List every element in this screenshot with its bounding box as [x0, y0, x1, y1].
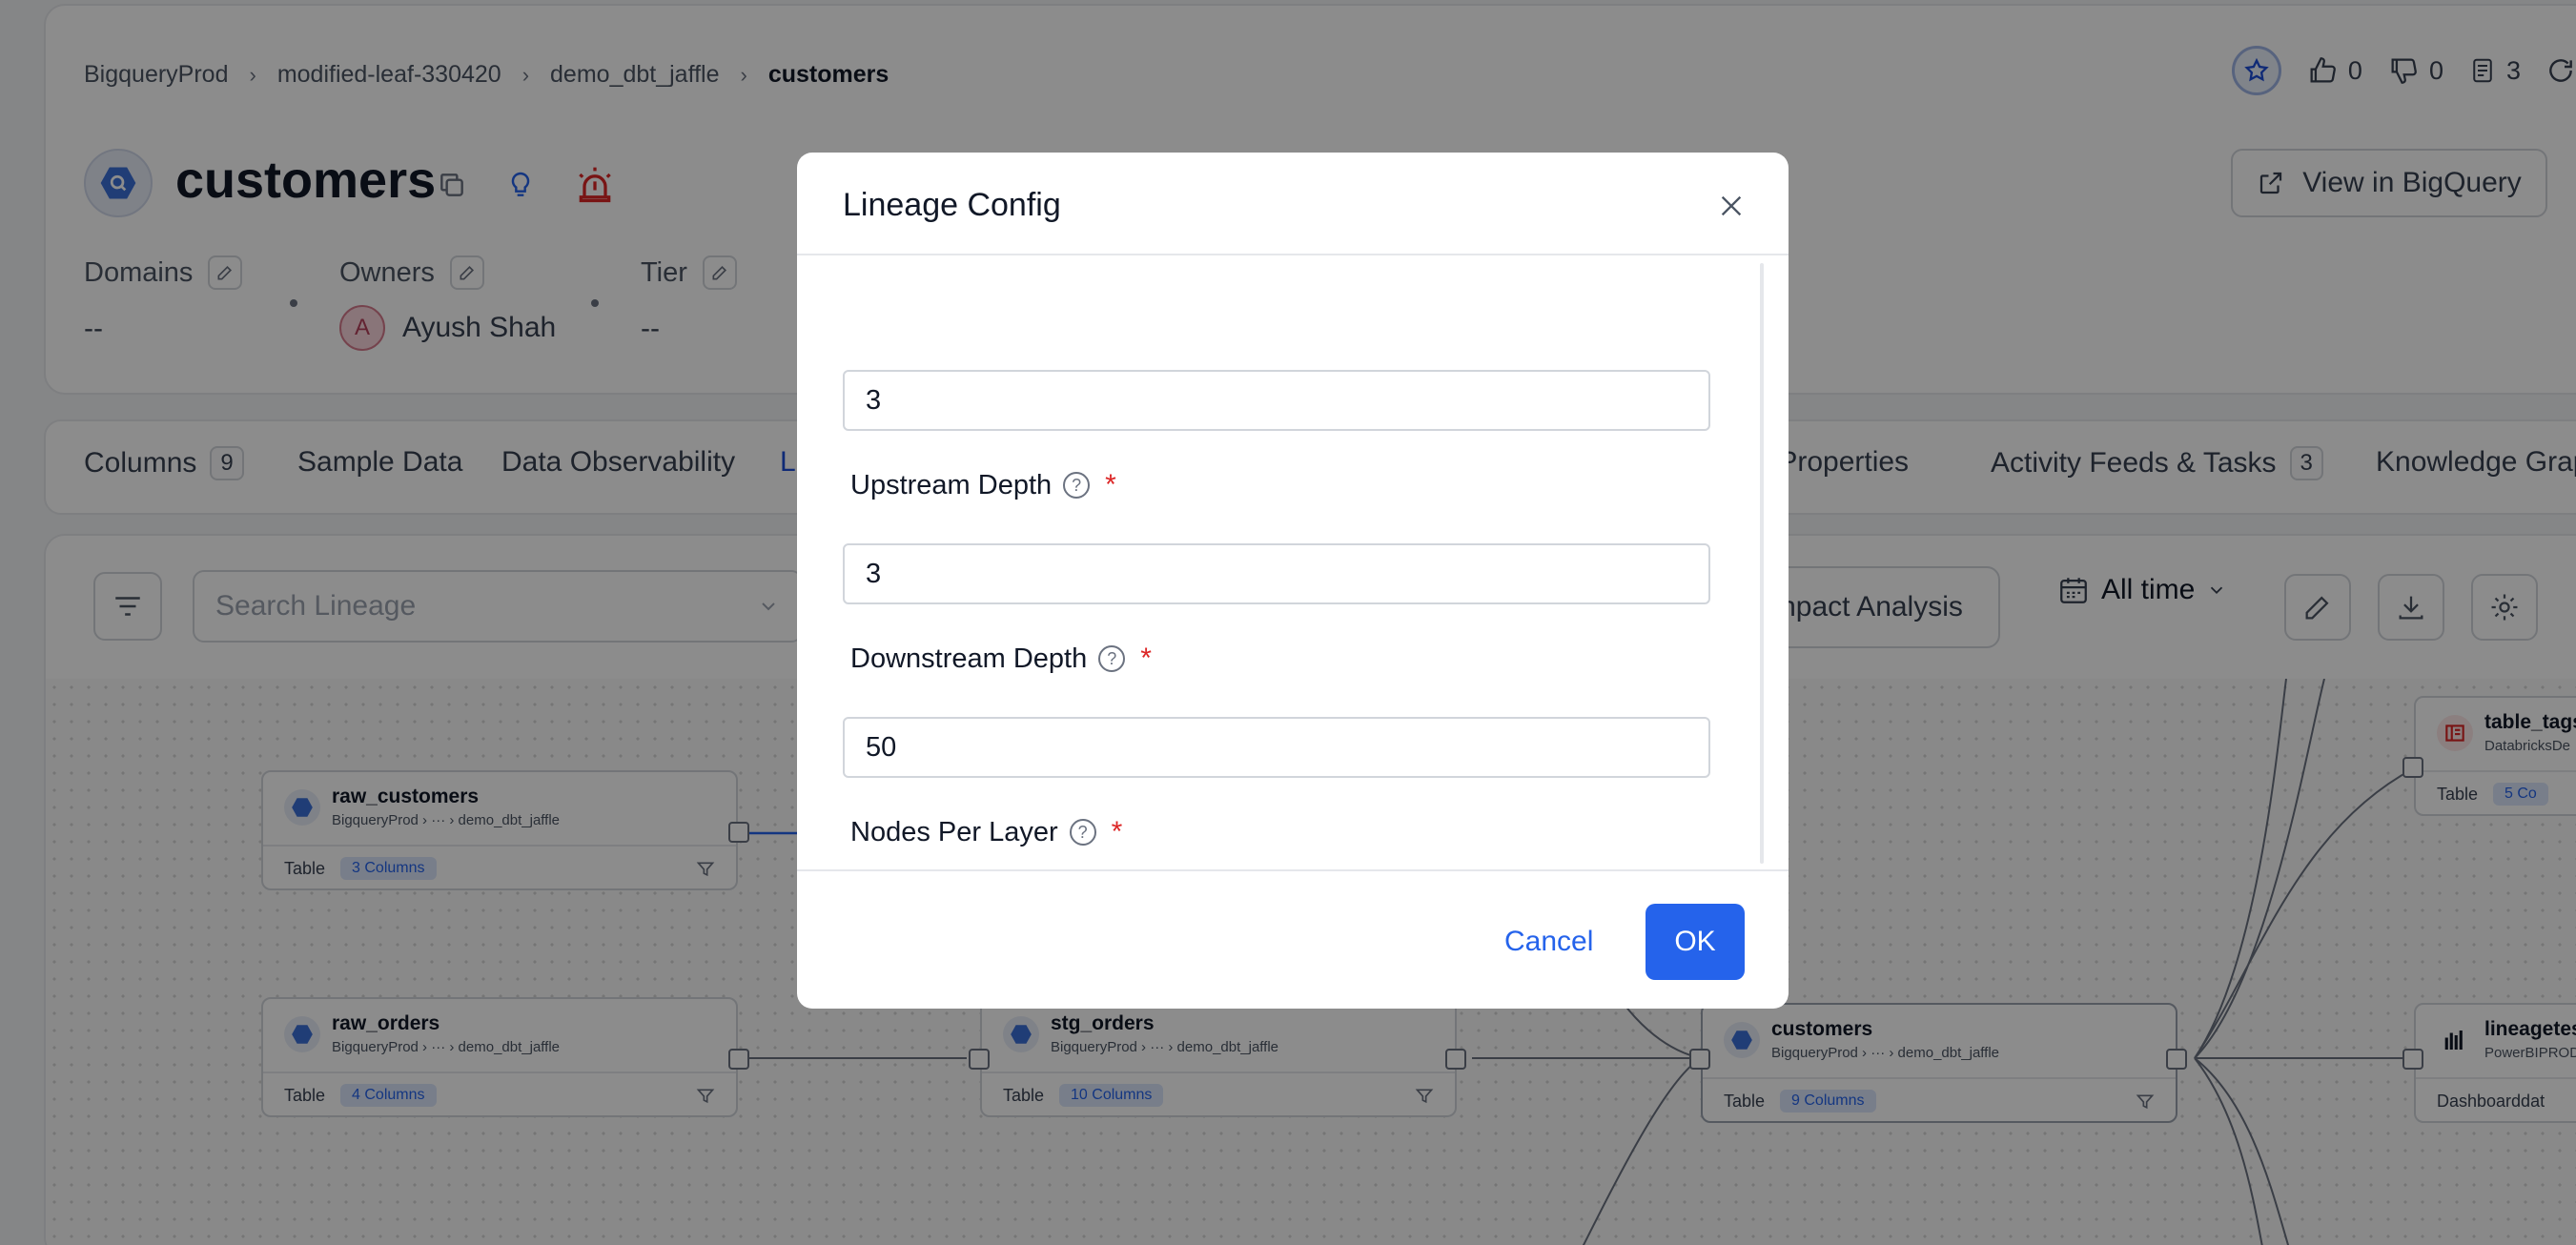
required-marker: *: [1140, 643, 1152, 674]
close-button[interactable]: [1712, 187, 1750, 225]
upstream-depth-input[interactable]: [843, 370, 1710, 431]
downstream-depth-label: Downstream Depth ? *: [850, 643, 1152, 674]
help-icon[interactable]: ?: [1098, 645, 1126, 672]
upstream-depth-label: Upstream Depth ? *: [850, 469, 1116, 500]
lineage-config-dialog: Lineage Config Upstream Depth ? * Downst…: [797, 153, 1789, 1009]
dialog-header: Lineage Config: [797, 153, 1789, 255]
dialog-footer: Cancel OK: [797, 869, 1789, 1009]
nodes-per-layer-label: Nodes Per Layer ? *: [850, 816, 1123, 847]
required-marker: *: [1105, 469, 1116, 500]
cancel-button[interactable]: Cancel: [1485, 904, 1612, 980]
nodes-per-layer-input[interactable]: [843, 717, 1710, 778]
required-marker: *: [1111, 816, 1123, 847]
help-icon[interactable]: ?: [1069, 819, 1096, 846]
help-icon[interactable]: ?: [1063, 472, 1091, 499]
dialog-title: Lineage Config: [843, 187, 1061, 223]
downstream-depth-input[interactable]: [843, 543, 1710, 604]
dialog-scrollbar[interactable]: [1760, 263, 1764, 864]
ok-button[interactable]: OK: [1646, 904, 1745, 980]
close-icon: [1721, 195, 1742, 216]
